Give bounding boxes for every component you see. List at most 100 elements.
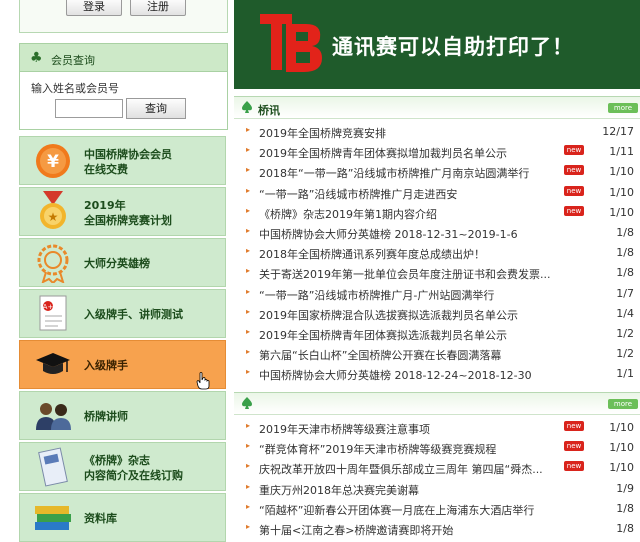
register-button[interactable]: 注册	[130, 0, 186, 16]
news-item[interactable]: ▸ 第十届<江南之春>桥牌邀请赛即将开始 1/8	[234, 518, 640, 538]
news-item-title[interactable]: 中国桥牌协会大师分英雄榜 2018-12-31~2019-1-6	[259, 226, 518, 242]
member-query-header: ♣ 会员查询	[20, 44, 227, 72]
news-item[interactable]: ▸ 中国桥牌协会大师分英雄榜 2018-12-24~2018-12-30 1/1	[234, 363, 640, 383]
news-item[interactable]: ▸ 第六届“长白山杯”全国桥牌公开赛在长春圆满落幕 1/2	[234, 343, 640, 363]
bullet-arrow-icon: ▸	[246, 441, 251, 451]
badge-icon	[33, 243, 73, 283]
more-button[interactable]: more	[608, 103, 638, 113]
news-item[interactable]: ▸ “一带一路”沿线城市桥牌推广月-广州站圆满举行 1/7	[234, 283, 640, 303]
bullet-arrow-icon: ▸	[246, 501, 251, 511]
news-item[interactable]: ▸ 关于寄送2019年第一批单位会员年度注册证书和会费发票... 1/8	[234, 262, 640, 282]
more-button[interactable]: more	[608, 399, 638, 409]
news-item-date: 1/8	[616, 246, 634, 260]
news-item-title[interactable]: 第六届“长白山杯”全国桥牌公开赛在长春圆满落幕	[259, 347, 501, 363]
news-header: more	[234, 393, 640, 415]
bullet-arrow-icon: ▸	[246, 306, 251, 316]
news-item-title[interactable]: 重庆万州2018年总决赛完美谢幕	[259, 482, 419, 498]
login-button[interactable]: 登录	[66, 0, 122, 16]
news-title: 桥讯	[258, 104, 280, 117]
news-item-title[interactable]: “一带一路”沿线城市桥牌推广月走进西安	[259, 186, 457, 202]
new-badge: new	[564, 461, 584, 472]
new-badge: new	[564, 165, 584, 176]
nav-master-points[interactable]: 大师分英雄榜	[19, 238, 226, 287]
news-item[interactable]: ▸ “一带一路”沿线城市桥牌推广月走进西安 new 1/10	[234, 182, 640, 202]
member-query-panel: ♣ 会员查询 输入姓名或会员号 查询	[19, 43, 228, 130]
bullet-arrow-icon: ▸	[246, 421, 251, 430]
nav-label-line1: 2019年	[84, 199, 126, 212]
news-panel-bridge: 桥讯 more ▸ 2019年全国桥牌竞赛安排 12/17 ▸ 2019年全国桥牌青年团…	[234, 96, 640, 387]
news-item[interactable]: ▸ 2019年国家桥牌混合队选拔赛拟选派裁判员名单公示 1/4	[234, 303, 640, 323]
new-badge: new	[564, 205, 584, 216]
nav-competition-plan[interactable]: ★ 2019年 全国桥牌竞赛计划	[19, 187, 226, 236]
member-search-button[interactable]: 查询	[126, 98, 186, 119]
news-item-title[interactable]: 2019年全国桥牌青年团体赛拟增加裁判员名单公示	[259, 145, 507, 161]
member-query-title: 会员查询	[51, 54, 95, 67]
news-item[interactable]: ▸ 庆祝改革开放四十周年暨俱乐部成立三周年 第四届“舜杰... new 1/10	[234, 457, 640, 477]
nav-label-line1: 入级牌手	[84, 359, 128, 372]
news-item-date: 1/10	[609, 441, 634, 455]
news-item[interactable]: ▸ 2019年全国桥牌竞赛安排 12/17	[234, 121, 640, 141]
news-item-date: 1/1	[616, 367, 634, 381]
new-badge: new	[564, 441, 584, 452]
news-item[interactable]: ▸ 2019年全国桥牌青年团体赛拟选派裁判员名单公示 1/2	[234, 323, 640, 343]
news-item-title[interactable]: “陌越杯”迎新春公开团体赛一月底在上海浦东大酒店举行	[259, 502, 534, 518]
new-badge: new	[564, 145, 584, 156]
exam-paper-icon: A+	[33, 294, 73, 334]
member-query-prompt: 输入姓名或会员号	[31, 82, 119, 95]
nav-bridge-instructor[interactable]: 桥牌讲师	[19, 391, 226, 440]
news-item-title[interactable]: 2018年全国桥牌通讯系列赛年度总成绩出炉！	[259, 246, 485, 262]
bullet-arrow-icon: ▸	[246, 327, 251, 336]
magazine-icon	[33, 447, 73, 487]
news-item[interactable]: ▸ 2019年全国桥牌青年团体赛拟增加裁判员名单公示 new 1/11	[234, 141, 640, 161]
news-item[interactable]: ▸ 中国桥牌协会大师分英雄榜 2018-12-31~2019-1-6 1/8	[234, 222, 640, 242]
nav-label-line2: 内容简介及在线订购	[84, 469, 183, 482]
news-item-title[interactable]: 2019年全国桥牌青年团体赛拟选派裁判员名单公示	[259, 327, 507, 343]
news-item-title[interactable]: 2019年天津市桥牌等级赛注意事项	[259, 421, 430, 437]
bullet-arrow-icon: ▸	[246, 286, 251, 296]
bullet-arrow-icon: ▸	[246, 185, 251, 195]
yuan-coin-icon: ¥	[33, 141, 73, 181]
nav-label-line2: 在线交费	[84, 163, 128, 176]
bullet-arrow-icon: ▸	[246, 522, 251, 531]
left-sidebar: 登录 注册 ♣ 会员查询 输入姓名或会员号 查询 ¥ 中国桥牌协会会员 在线交费…	[19, 0, 228, 542]
bullet-arrow-icon: ▸	[246, 205, 251, 215]
news-item[interactable]: ▸ 2018年全国桥牌通讯系列赛年度总成绩出炉！ 1/8	[234, 242, 640, 262]
news-item[interactable]: ▸ 重庆万州2018年总决赛完美谢幕 1/9	[234, 478, 640, 498]
nav-member-payment[interactable]: ¥ 中国桥牌协会会员 在线交费	[19, 136, 226, 185]
news-item[interactable]: ▸ “群竞体育杯”2019年天津市桥牌等级赛竞赛规程 new 1/10	[234, 437, 640, 457]
news-item-title[interactable]: “一带一路”沿线城市桥牌推广月-广州站圆满举行	[259, 287, 494, 303]
news-item[interactable]: ▸ 2018年“一带一路”沿线城市桥牌推广月南京站圆满举行 new 1/10	[234, 161, 640, 181]
nav-label-line1: 资料库	[84, 512, 117, 525]
nav-label-line2: 全国桥牌竞赛计划	[84, 214, 172, 227]
promo-banner[interactable]: 通讯赛可以自助打印了！	[234, 0, 640, 89]
news-item-date: 12/17	[602, 125, 634, 138]
news-item-title[interactable]: 2019年国家桥牌混合队选拔赛拟选派裁判员名单公示	[259, 307, 518, 323]
svg-text:¥: ¥	[47, 152, 59, 172]
news-item-title[interactable]: 第十届<江南之春>桥牌邀请赛即将开始	[259, 522, 453, 538]
spade-leaf-icon	[242, 101, 252, 113]
news-item-date: 1/8	[616, 501, 634, 515]
nav-database[interactable]: 资料库	[19, 493, 226, 542]
nav-label-line1: 中国桥牌协会会员	[84, 148, 172, 161]
news-item[interactable]: ▸ “陌越杯”迎新春公开团体赛一月底在上海浦东大酒店举行 1/8	[234, 498, 640, 518]
news-item-date: 1/10	[609, 205, 634, 219]
news-item-date: 1/4	[616, 306, 634, 320]
news-item-title[interactable]: 2019年全国桥牌竞赛安排	[259, 125, 386, 141]
bullet-arrow-icon: ▸	[246, 226, 251, 235]
news-item-title[interactable]: “群竞体育杯”2019年天津市桥牌等级赛竞赛规程	[259, 441, 496, 457]
nav-player-test[interactable]: A+ 入级牌手、讲师测试	[19, 289, 226, 338]
bullet-arrow-icon: ▸	[246, 347, 251, 357]
news-item-title[interactable]: 关于寄送2019年第一批单位会员年度注册证书和会费发票...	[259, 266, 550, 282]
news-item[interactable]: ▸ 2019年天津市桥牌等级赛注意事项 new 1/10	[234, 417, 640, 437]
news-item-title[interactable]: 中国桥牌协会大师分英雄榜 2018-12-24~2018-12-30	[259, 367, 532, 383]
nav-magazine[interactable]: 《桥牌》杂志 内容简介及在线订购	[19, 442, 226, 491]
news-item-title[interactable]: 《桥牌》杂志2019年第1期内容介绍	[259, 206, 437, 222]
news-item-date: 1/10	[609, 421, 634, 434]
news-item-title[interactable]: 庆祝改革开放四十周年暨俱乐部成立三周年 第四届“舜杰...	[259, 461, 543, 477]
medal-icon: ★	[33, 191, 73, 232]
member-search-input[interactable]	[55, 99, 123, 118]
new-badge: new	[564, 185, 584, 196]
news-item[interactable]: ▸ 《桥牌》杂志2019年第1期内容介绍 new 1/10	[234, 202, 640, 222]
nav-ranked-player[interactable]: 入级牌手	[19, 340, 226, 389]
news-item-title[interactable]: 2018年“一带一路”沿线城市桥牌推广月南京站圆满举行	[259, 165, 529, 181]
